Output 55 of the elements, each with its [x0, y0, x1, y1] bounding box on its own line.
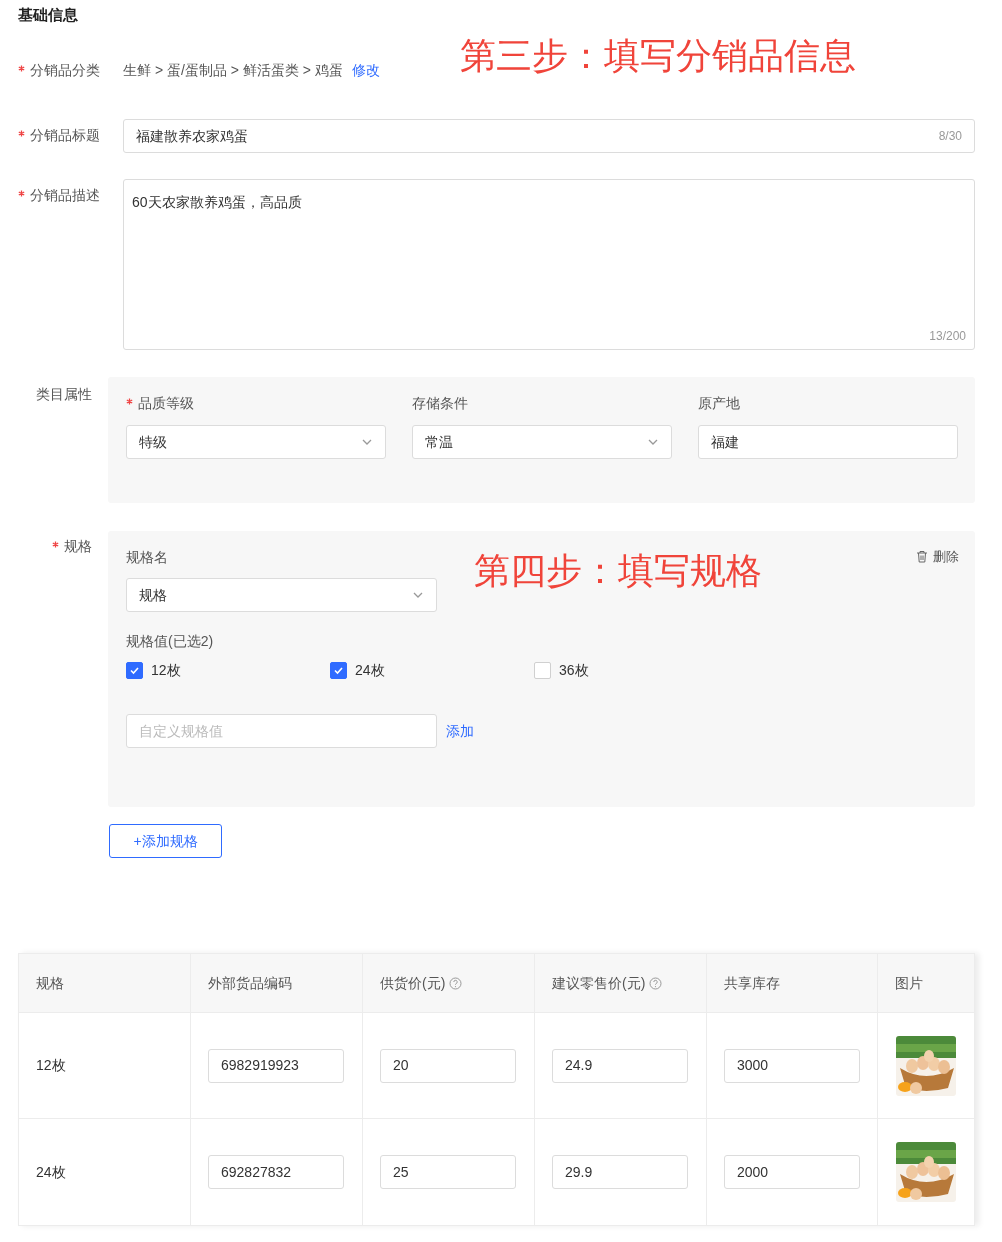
- required-asterisk-icon: [18, 190, 25, 197]
- field-label: 原产地: [698, 394, 740, 413]
- input-field[interactable]: 福建: [698, 425, 958, 459]
- annotation-text: 第四步：填写规格: [474, 553, 762, 589]
- required-asterisk-icon: [18, 64, 25, 72]
- input-field[interactable]: 24.9: [552, 1048, 688, 1083]
- help-icon: [449, 976, 463, 990]
- select-field[interactable]: 特级: [126, 425, 386, 459]
- required-asterisk-icon: [52, 541, 59, 548]
- select-field[interactable]: 规格: [126, 578, 437, 612]
- table-cell-text: 12枚: [36, 1056, 66, 1075]
- column-header: 图片: [895, 973, 923, 993]
- input-field[interactable]: 3000: [724, 1048, 860, 1083]
- field-label: 分销品分类: [30, 60, 100, 80]
- add-spec-button[interactable]: +添加规格: [109, 824, 222, 858]
- checkbox[interactable]: [330, 661, 347, 679]
- field-label: 规格值(已选2): [126, 632, 215, 651]
- field-label: 分销品标题: [30, 126, 100, 145]
- column-header: 供货价(元): [380, 973, 446, 993]
- character-counter: 13/200: [929, 328, 966, 345]
- category-path: 生鲜 > 蛋/蛋制品 > 鲜活蛋类 > 鸡蛋: [123, 60, 343, 80]
- field-label: 规格名: [126, 548, 168, 567]
- column-header: 建议零售价(元): [552, 973, 646, 993]
- column-header: 共享库存: [724, 973, 780, 993]
- description-textarea[interactable]: 60天农家散养鸡蛋，高品质 13/200: [123, 179, 975, 350]
- option-label: 24枚: [355, 660, 385, 680]
- field-label: 规格: [64, 537, 92, 556]
- add-link[interactable]: 添加: [446, 720, 474, 742]
- input-field[interactable]: 692827832: [208, 1155, 344, 1189]
- annotation-text: 第三步：填写分销品信息: [460, 38, 856, 74]
- column-header: 外部货品编码: [208, 973, 292, 993]
- input-field[interactable]: 25: [380, 1155, 516, 1189]
- required-asterisk-icon: [126, 398, 133, 405]
- field-label: 存储条件: [412, 394, 468, 413]
- edit-link[interactable]: 修改: [351, 59, 380, 81]
- input-field[interactable]: 29.9: [552, 1155, 688, 1189]
- title-input[interactable]: 福建散养农家鸡蛋 8/30: [123, 119, 975, 153]
- option-label: 12枚: [151, 660, 181, 680]
- field-label: 分销品描述: [30, 186, 100, 205]
- input-field[interactable]: 20: [380, 1048, 516, 1083]
- option-label: 36枚: [559, 660, 589, 680]
- trash-icon: [916, 550, 928, 564]
- help-icon: [649, 976, 663, 990]
- section-title: 基础信息: [18, 5, 79, 25]
- input-field[interactable]: 2000: [724, 1155, 860, 1189]
- field-label: 品质等级: [138, 394, 194, 413]
- required-asterisk-icon: [18, 130, 25, 137]
- input-field[interactable]: 6982919923: [208, 1048, 344, 1083]
- field-label: 类目属性: [36, 385, 92, 404]
- column-header: 规格: [36, 973, 64, 993]
- table-cell-text: 24枚: [36, 1162, 66, 1182]
- delete-button[interactable]: 删除: [916, 547, 959, 567]
- select-field[interactable]: 常温: [412, 425, 672, 459]
- checkbox[interactable]: [126, 661, 143, 679]
- character-counter: 8/30: [938, 128, 962, 145]
